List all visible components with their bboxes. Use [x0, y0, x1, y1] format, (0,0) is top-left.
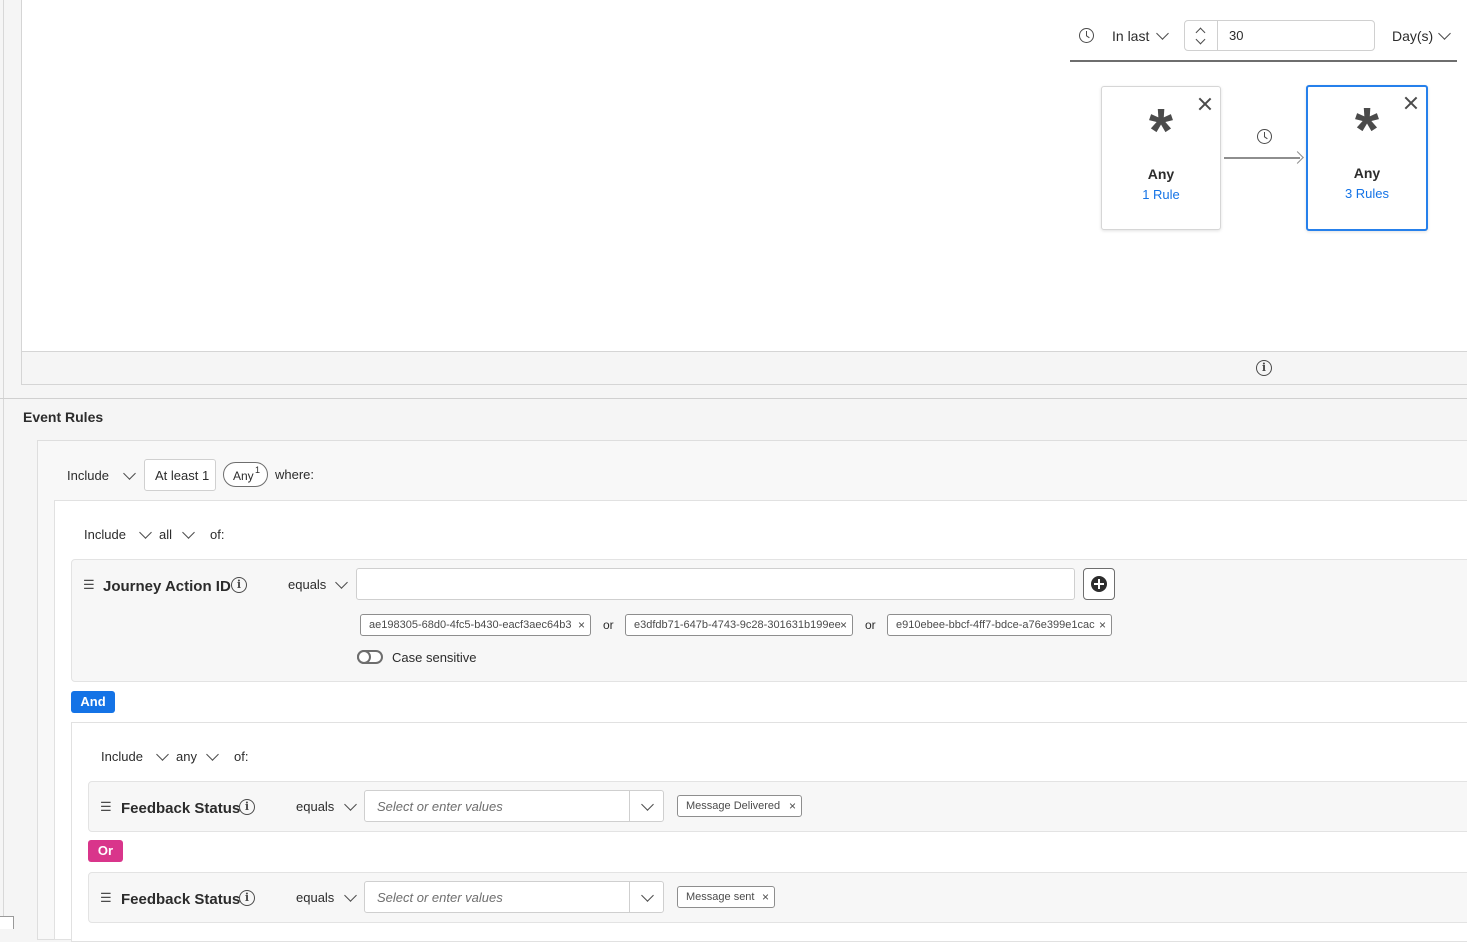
canvas-footer: i	[21, 352, 1467, 385]
combobox-placeholder[interactable]: Select or enter values	[377, 890, 503, 905]
step-title: Any	[1353, 165, 1381, 181]
event-rules-title: Event Rules	[23, 409, 104, 425]
add-value-button[interactable]	[1083, 568, 1115, 600]
value-tag[interactable]: Message Delivered ×	[677, 795, 802, 817]
remove-tag-icon[interactable]: ×	[789, 796, 796, 816]
stepper-buttons[interactable]	[1185, 21, 1218, 50]
case-sensitive-toggle[interactable]	[357, 650, 383, 664]
sequence-step-1[interactable]: * Any 1 Rule	[1101, 86, 1221, 230]
combobox-placeholder[interactable]: Select or enter values	[377, 799, 503, 814]
at-least-button[interactable]: At least 1	[144, 459, 216, 491]
sequence-canvas	[21, 0, 1467, 352]
group1-of-label: of:	[210, 527, 225, 542]
value-tag[interactable]: Message sent ×	[677, 886, 775, 908]
rule-field-name: Feedback Status	[121, 800, 241, 817]
group2-include-dropdown[interactable]: Include	[101, 749, 143, 764]
any-pill-count: 1	[255, 465, 261, 475]
chevron-down-icon[interactable]	[1195, 34, 1206, 45]
combobox-divider	[629, 791, 630, 821]
value-tag-label: e910ebee-bbcf-4ff7-bdce-a76e399e1cac	[896, 619, 1095, 631]
time-amount-value[interactable]: 30	[1229, 28, 1243, 43]
and-badge[interactable]: And	[71, 691, 115, 713]
info-icon[interactable]: i	[239, 890, 255, 906]
chevron-down-icon[interactable]	[641, 889, 654, 902]
step-rules-link[interactable]: 1 Rule	[1102, 187, 1220, 202]
value-combobox[interactable]: Select or enter values	[364, 790, 664, 822]
group1-include-dropdown[interactable]: Include	[84, 527, 126, 542]
value-combobox[interactable]: Select or enter values	[364, 881, 664, 913]
value-tag-label: e3dfdb71-647b-4743-9c28-301631b199ee	[634, 619, 841, 631]
operator-dropdown[interactable]: equals	[296, 799, 334, 814]
close-icon[interactable]	[1198, 97, 1212, 111]
sequence-arrow	[1224, 157, 1300, 159]
info-icon[interactable]: i	[239, 799, 255, 815]
remove-tag-icon[interactable]: ×	[578, 615, 585, 635]
value-tag[interactable]: ae198305-68d0-4fc5-b430-eacf3aec64b3 ×	[360, 614, 591, 636]
section-divider	[0, 398, 1467, 399]
time-control-underline	[1070, 60, 1457, 62]
add-circle-icon	[1091, 576, 1107, 592]
value-tag-label: ae198305-68d0-4fc5-b430-eacf3aec64b3	[369, 619, 572, 631]
value-tag[interactable]: e910ebee-bbcf-4ff7-bdce-a76e399e1cac ×	[887, 614, 1112, 636]
feedback-status-rule	[88, 872, 1467, 923]
or-badge[interactable]: Or	[88, 840, 123, 862]
rule-field-name: Feedback Status	[121, 891, 241, 908]
drag-handle-icon[interactable]: ☰	[100, 799, 112, 815]
clock-icon	[1079, 28, 1094, 43]
time-amount-stepper[interactable]: 30	[1184, 20, 1375, 51]
value-tag-label: Message sent	[686, 891, 755, 903]
drag-handle-icon[interactable]: ☰	[83, 577, 95, 593]
any-pill-label: Any	[233, 469, 254, 483]
info-icon[interactable]: i	[231, 577, 247, 593]
any-pill[interactable]: Any 1	[223, 462, 268, 487]
remove-tag-icon[interactable]: ×	[840, 615, 847, 635]
operator-dropdown[interactable]: equals	[288, 577, 326, 592]
group1-quantifier-dropdown[interactable]: all	[159, 527, 172, 542]
chevron-down-icon[interactable]	[641, 798, 654, 811]
group2-of-label: of:	[234, 749, 249, 764]
remove-tag-icon[interactable]: ×	[1099, 615, 1106, 635]
remove-tag-icon[interactable]: ×	[762, 887, 769, 907]
corner-handle	[0, 916, 14, 929]
or-connector: or	[603, 618, 614, 632]
left-rail-line	[3, 0, 4, 928]
where-label: where:	[275, 467, 315, 482]
case-sensitive-label: Case sensitive	[392, 650, 477, 665]
clock-icon[interactable]	[1257, 129, 1272, 144]
or-connector: or	[865, 618, 876, 632]
combobox-divider	[629, 882, 630, 912]
time-mode-dropdown[interactable]: In last	[1112, 28, 1149, 44]
value-input[interactable]	[356, 568, 1075, 600]
close-icon[interactable]	[1404, 96, 1418, 110]
group2-quantifier-dropdown[interactable]: any	[176, 749, 197, 764]
step-rules-link[interactable]: 3 Rules	[1308, 186, 1426, 201]
time-unit-dropdown[interactable]: Day(s)	[1392, 28, 1433, 44]
step-title: Any	[1147, 166, 1175, 182]
operator-dropdown[interactable]: equals	[296, 890, 334, 905]
chevron-down-icon[interactable]	[123, 467, 136, 480]
rule-field-name: Journey Action ID	[103, 578, 231, 595]
sequence-step-2[interactable]: * Any 3 Rules	[1306, 85, 1428, 231]
info-icon[interactable]: i	[1256, 360, 1272, 376]
include-dropdown[interactable]: Include	[67, 468, 109, 483]
value-tag[interactable]: e3dfdb71-647b-4743-9c28-301631b199ee ×	[625, 614, 853, 636]
drag-handle-icon[interactable]: ☰	[100, 890, 112, 906]
at-least-label: At least 1	[155, 468, 210, 483]
value-tag-label: Message Delivered	[686, 800, 781, 812]
